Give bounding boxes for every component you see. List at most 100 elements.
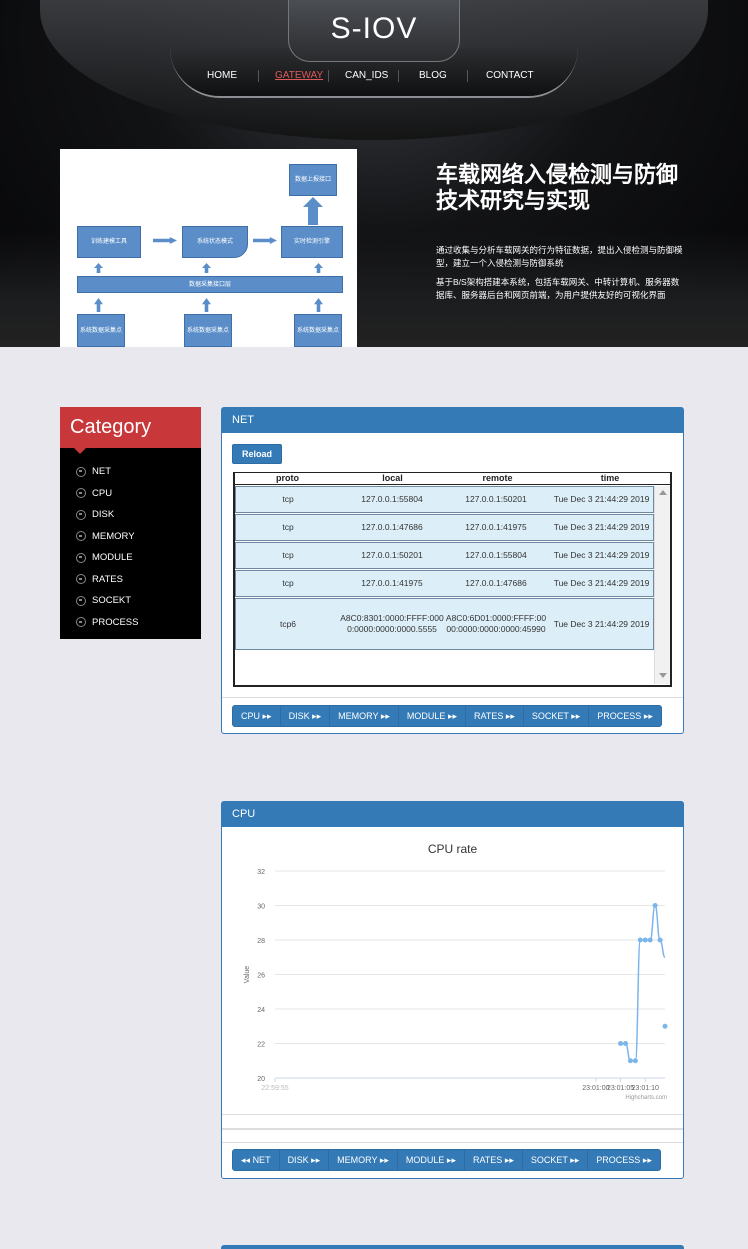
- category-item-rates[interactable]: RATES: [60, 569, 201, 591]
- y-tick-label: 24: [257, 1007, 265, 1014]
- double-chevron-right-icon: ▸▸: [312, 711, 322, 721]
- next-panel-header: [221, 1245, 684, 1249]
- button-label: MODULE: [406, 711, 446, 721]
- double-chevron-right-icon: ▸▸: [447, 711, 457, 721]
- cell-local: 127.0.0.1:47686: [361, 522, 423, 532]
- nav-home[interactable]: HOME: [207, 70, 237, 81]
- nav-gateway[interactable]: GATEWAY: [275, 70, 323, 81]
- cell-proto: tcp: [282, 522, 294, 532]
- category-item-label: RATES: [92, 573, 123, 585]
- x-tick-label: 23:01:00: [582, 1085, 609, 1092]
- data-point: [627, 1058, 633, 1064]
- scroll-up-icon[interactable]: [659, 490, 667, 495]
- cpu-chart: CPU rate 20 22 24 26 28 30 32 22:59:55 23:01:00 2…: [232, 835, 673, 1110]
- steering-wheel-icon: [76, 488, 86, 499]
- scroll-down-icon[interactable]: [659, 673, 667, 678]
- table-scrollbar[interactable]: [654, 486, 670, 684]
- nav-cpu-button[interactable]: CPU ▸▸: [232, 705, 281, 727]
- table-row[interactable]: tcp 127.0.0.1:55804 127.0.0.1:50201 Tue …: [235, 486, 654, 513]
- double-chevron-left-icon: ◂◂: [241, 1155, 251, 1165]
- button-label: MEMORY: [337, 1155, 378, 1165]
- cell-time: Tue Dec 3 21:44:29 2019: [553, 522, 650, 532]
- category-item-label: DISK: [92, 509, 115, 521]
- diagram-box-collect-layer: 数据采集接口层: [77, 276, 343, 293]
- double-chevron-right-icon: ▸▸: [311, 1155, 321, 1165]
- nav-rates-button[interactable]: RATES ▸▸: [464, 705, 524, 727]
- button-label: DISK: [288, 711, 310, 721]
- data-point: [642, 937, 648, 943]
- nav-socket-button[interactable]: SOCKET ▸▸: [521, 1149, 589, 1171]
- cell-local: 127.0.0.1:55804: [361, 494, 423, 504]
- diagram-arrow-right: [253, 237, 277, 244]
- button-label: MEMORY: [338, 711, 379, 721]
- nav-contact[interactable]: CONTACT: [486, 70, 534, 81]
- button-label: SOCKET: [531, 711, 569, 721]
- nav-process-button[interactable]: PROCESS ▸▸: [588, 705, 662, 727]
- double-chevron-right-icon: ▸▸: [643, 711, 653, 721]
- diagram-arrow-up: [314, 298, 323, 312]
- nav-separator: [258, 70, 259, 82]
- button-label: RATES: [473, 711, 504, 721]
- nav-socket-button[interactable]: SOCKET ▸▸: [522, 705, 590, 727]
- chart-credit[interactable]: Highcharts.com: [625, 1095, 667, 1101]
- nav-memory-button[interactable]: MEMORY ▸▸: [328, 1149, 398, 1171]
- cpu-panel: CPU CPU rate 20 22 24 26 28 30 32 22:59:55 23:01…: [221, 801, 684, 1179]
- table-row[interactable]: tcp 127.0.0.1:41975 127.0.0.1:47686 Tue …: [235, 570, 654, 597]
- category-title: Category: [60, 407, 201, 454]
- table-row[interactable]: tcp6 A8C0:8301:0000:FFFF:0000:0000:0000:…: [235, 598, 654, 650]
- cell-local: 127.0.0.1:50201: [361, 550, 423, 560]
- double-chevron-right-icon: ▸▸: [570, 1155, 580, 1165]
- diagram-arrow-up: [202, 298, 211, 312]
- nav-memory-button[interactable]: MEMORY ▸▸: [329, 705, 399, 727]
- category-item-disk[interactable]: DISK: [60, 504, 201, 526]
- table-row[interactable]: tcp 127.0.0.1:50201 127.0.0.1:55804 Tue …: [235, 542, 654, 569]
- y-tick-label: 22: [257, 1042, 265, 1049]
- steering-wheel-icon: [76, 617, 86, 628]
- y-tick-label: 28: [257, 938, 265, 945]
- table-row[interactable]: tcp 127.0.0.1:47686 127.0.0.1:41975 Tue …: [235, 514, 654, 541]
- column-header-proto[interactable]: proto: [235, 473, 340, 483]
- architecture-diagram: 数据上报接口 训练建模工具 系统状态模式 实时检测引擎 数据采集接口层 系统数据…: [60, 149, 357, 347]
- double-chevron-right-icon: ▸▸: [504, 1155, 514, 1165]
- cell-remote: A8C0:6D01:0000:FFFF:00 00:0000:0000:0000…: [445, 613, 547, 634]
- category-item-net[interactable]: NET: [60, 461, 201, 483]
- category-item-module[interactable]: MODULE: [60, 547, 201, 569]
- data-point: [652, 903, 658, 908]
- nav-net-button[interactable]: ◂◂ NET: [232, 1149, 280, 1171]
- column-header-time[interactable]: time: [550, 473, 670, 483]
- diagram-box-node: 系统数据采集点: [77, 314, 125, 347]
- cell-remote: 127.0.0.1:47686: [465, 578, 527, 588]
- x-tick-label: 23:01:10: [632, 1085, 659, 1092]
- y-axis-label: Value: [244, 966, 251, 983]
- nav-module-button[interactable]: MODULE ▸▸: [396, 1149, 465, 1171]
- button-label: PROCESS: [597, 711, 642, 721]
- hero-desc-line: 通过收集与分析车载网关的行为特征数据，提出入侵检测与防御模型，建立一个入侵检测与…: [436, 245, 683, 268]
- cell-remote: 127.0.0.1:55804: [465, 550, 527, 560]
- cell-local: 127.0.0.1:41975: [361, 578, 423, 588]
- category-item-cpu[interactable]: CPU: [60, 483, 201, 505]
- cell-time: Tue Dec 3 21:44:29 2019: [553, 578, 650, 588]
- nav-disk-button[interactable]: DISK ▸▸: [278, 1149, 330, 1171]
- cell-time: Tue Dec 3 21:44:29 2019: [553, 494, 650, 504]
- nav-module-button[interactable]: MODULE ▸▸: [397, 705, 466, 727]
- category-list: NET CPU DISK MEMORY MODULE RATES SOCEKT …: [60, 448, 201, 633]
- diagram-arrow-up: [202, 263, 211, 273]
- net-panel: NET Reload proto local remote time tcp 1…: [221, 407, 684, 734]
- nav-process-button[interactable]: PROCESS ▸▸: [587, 1149, 661, 1171]
- category-item-socket[interactable]: SOCEKT: [60, 590, 201, 612]
- column-header-local[interactable]: local: [340, 473, 445, 483]
- category-item-memory[interactable]: MEMORY: [60, 526, 201, 548]
- nav-rates-button[interactable]: RATES ▸▸: [463, 1149, 523, 1171]
- nav-disk-button[interactable]: DISK ▸▸: [279, 705, 331, 727]
- hero-banner: S-IOV HOME GATEWAY CAN_IDS BLOG CONTACT …: [0, 0, 748, 347]
- column-header-remote[interactable]: remote: [445, 473, 550, 483]
- site-title[interactable]: S-IOV: [288, 12, 460, 46]
- reload-button[interactable]: Reload: [232, 444, 282, 464]
- nav-blog[interactable]: BLOG: [419, 70, 447, 81]
- double-chevron-right-icon: ▸▸: [571, 711, 581, 721]
- divider: [222, 1128, 683, 1130]
- steering-wheel-icon: [76, 595, 86, 606]
- category-item-process[interactable]: PROCESS: [60, 612, 201, 634]
- nav-can-ids[interactable]: CAN_IDS: [345, 70, 388, 81]
- data-point: [662, 1023, 668, 1029]
